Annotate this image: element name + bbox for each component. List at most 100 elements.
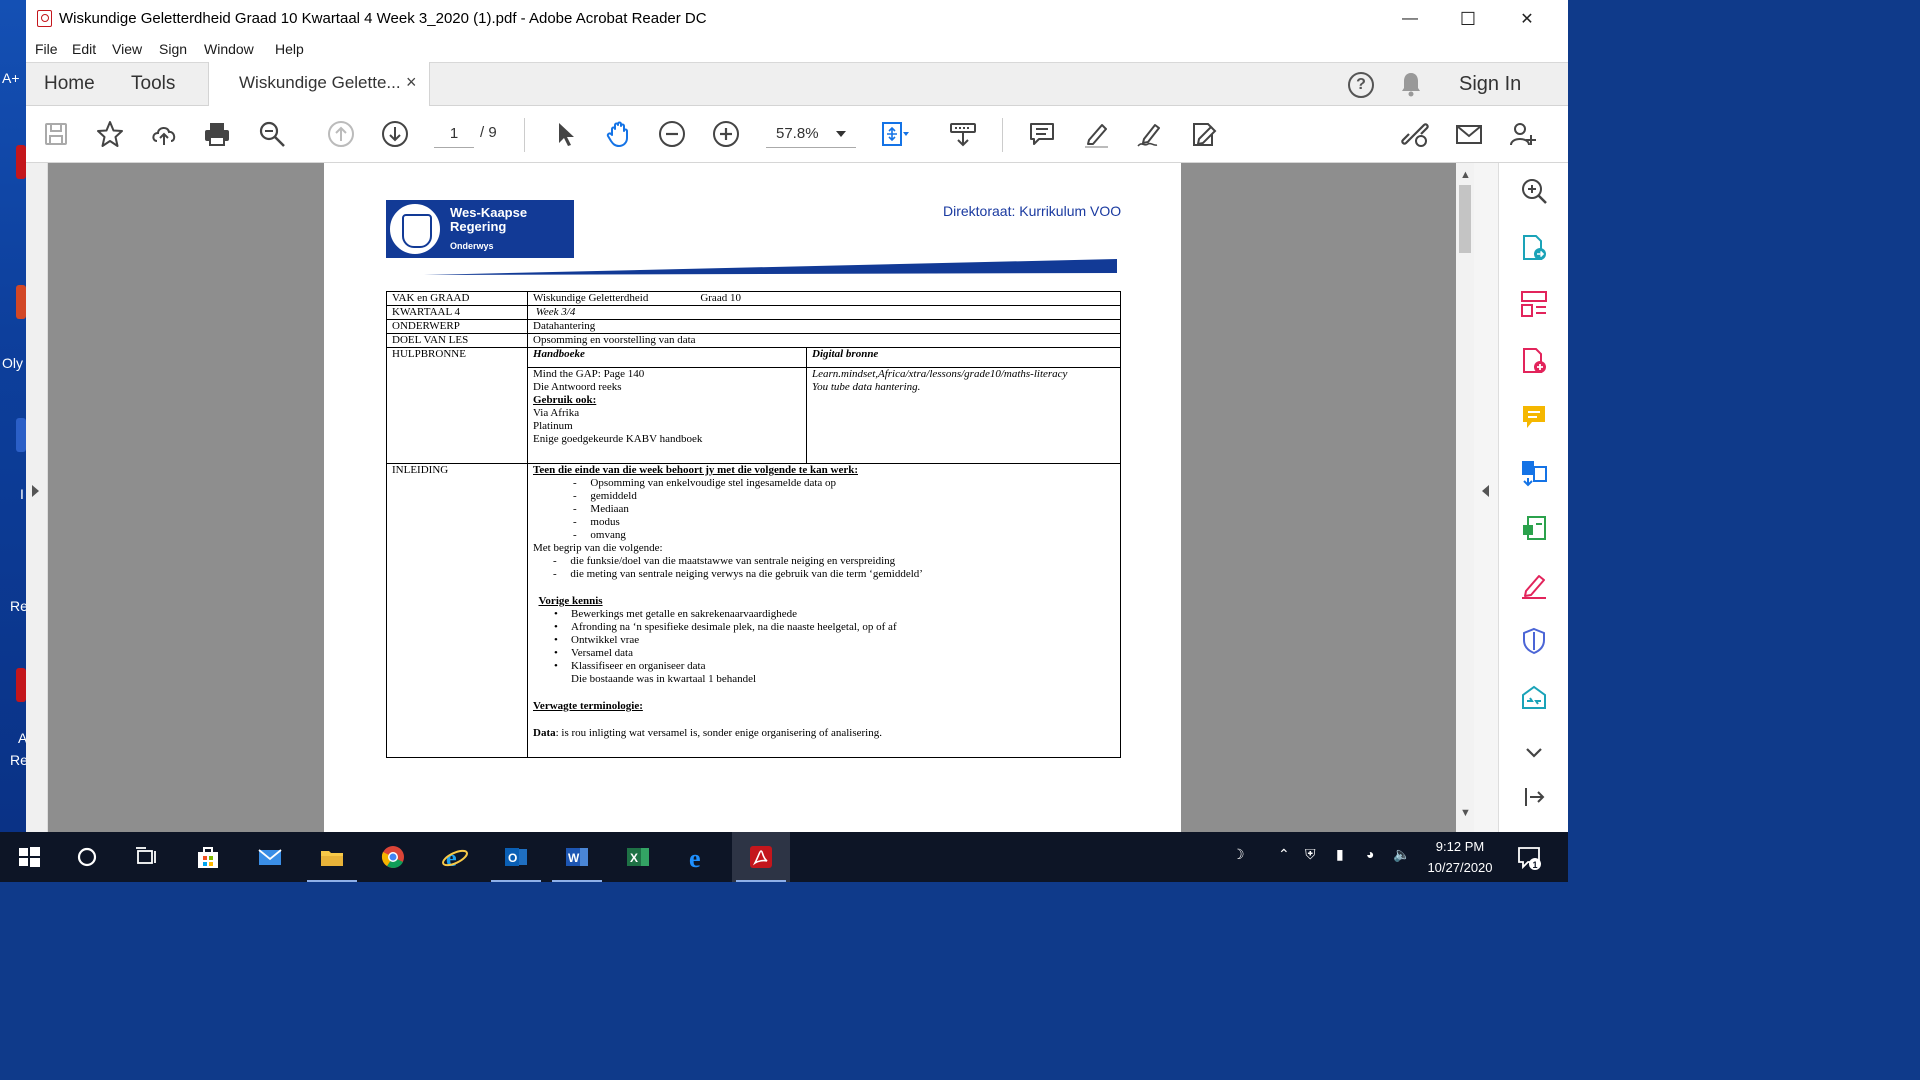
cortana-search-icon[interactable] [58,832,116,882]
bell-icon[interactable] [1400,71,1422,97]
task-view-icon[interactable] [117,832,175,882]
outlook-icon[interactable]: O [487,832,545,882]
running-indicator [307,880,357,882]
scroll-down-icon[interactable]: ▼ [1460,807,1471,819]
menu-window[interactable]: Window [204,41,254,57]
collapse-right-panel-icon[interactable] [1482,485,1489,497]
chevron-down-icon[interactable] [836,131,846,137]
fit-page-icon[interactable] [876,116,912,152]
list-item: - die meting van sentrale neiging verwys… [553,568,923,580]
next-page-icon[interactable] [377,116,413,152]
internet-explorer-icon[interactable]: e [426,832,484,882]
select-cursor-icon[interactable] [547,116,583,152]
expand-left-panel-icon[interactable] [32,485,39,497]
combine-files-icon[interactable] [1516,455,1552,491]
hand-tool-icon[interactable] [601,116,637,152]
left-panel-toggle[interactable] [26,163,48,832]
fill-sign-icon[interactable] [1186,116,1222,152]
page-number-input[interactable]: 1 [434,120,474,148]
zoom-search-icon[interactable] [1516,173,1552,209]
list-item-text: Mediaan [590,503,629,515]
protect-shield-icon[interactable] [1516,623,1552,659]
more-tools-chevron-icon[interactable] [1516,735,1552,771]
section-heading: Vorige kennis [538,595,603,607]
upload-cloud-icon[interactable] [146,116,182,152]
vertical-scrollbar[interactable]: ▲ ▼ [1456,163,1474,832]
menu-sign[interactable]: Sign [159,41,187,57]
notification-center-icon[interactable]: 1 [1500,832,1558,882]
grade-value: Graad 10 [700,292,741,304]
scrollbar-thumb[interactable] [1459,185,1471,253]
week-value: Week 3/4 [535,306,576,318]
document-canvas[interactable]: Wes-Kaapse Regering Onderwys Direktoraat… [48,163,1456,832]
close-button[interactable]: ✕ [1498,0,1556,38]
export-pdf-icon[interactable] [1516,230,1552,266]
edit-pdf-icon[interactable] [1516,511,1552,547]
list-item: - Opsomming van enkelvoudige stel ingesa… [573,477,837,489]
save-icon[interactable] [38,116,74,152]
scroll-mode-icon[interactable] [945,116,981,152]
mail-icon[interactable] [241,832,299,882]
scroll-up-icon[interactable]: ▲ [1460,169,1471,181]
comment-icon[interactable] [1024,116,1060,152]
maximize-button[interactable]: ☐ [1439,0,1497,38]
table-cell: DOEL VAN LES [386,333,528,348]
sign-pen-icon[interactable] [1132,116,1168,152]
list-item: - die funksie/doel van die maatstawwe va… [553,555,896,567]
fill-sign-tool-icon[interactable] [1516,567,1552,603]
email-icon[interactable] [1451,116,1487,152]
edge-icon[interactable]: e [670,832,728,882]
previous-page-icon[interactable] [323,116,359,152]
excel-icon[interactable]: X [609,832,667,882]
collapse-pane-icon[interactable] [1516,779,1552,815]
add-user-icon[interactable] [1505,116,1541,152]
file-explorer-icon[interactable] [303,832,361,882]
battery-icon[interactable]: ▮ [1336,846,1344,863]
organize-pages-icon[interactable] [1516,286,1552,322]
desktop-app-icon[interactable] [16,668,26,702]
desktop-app-icon[interactable] [16,145,26,179]
highlight-pen-icon[interactable] [1078,116,1114,152]
acrobat-reader-taskbar-icon[interactable] [732,832,790,882]
bookmark-star-icon[interactable] [92,116,128,152]
defender-icon[interactable]: ⛨ [1305,846,1316,863]
share-link-icon[interactable] [1397,116,1433,152]
send-for-review-icon[interactable] [1516,679,1552,715]
chevron-up-icon[interactable]: ⌃ [1278,846,1290,863]
zoom-out-icon[interactable] [654,116,690,152]
close-tab-icon[interactable]: × [406,72,417,93]
table-row: INLEIDING Teen die einde van die week be… [386,463,1121,758]
zoom-in-icon[interactable] [708,116,744,152]
title-bar: Wiskundige Geletterdheid Graad 10 Kwarta… [26,0,1568,38]
people-icon[interactable]: ☽ [1232,846,1245,863]
clock-date[interactable]: 10/27/2020 [1420,860,1500,875]
volume-icon[interactable]: 🔈 [1393,846,1410,863]
word-icon[interactable]: W [548,832,606,882]
help-icon[interactable]: ? [1348,72,1374,98]
tab-home[interactable]: Home [44,73,95,95]
menu-help[interactable]: Help [275,41,304,57]
wifi-icon[interactable]: ◕ [1366,846,1374,862]
desktop-app-icon[interactable] [16,285,26,319]
search-zoom-icon[interactable] [254,116,290,152]
tab-document[interactable]: Wiskundige Gelette... × [208,62,430,106]
chrome-icon[interactable] [364,832,422,882]
comment-tool-icon[interactable] [1516,399,1552,435]
menu-file[interactable]: File [35,41,58,57]
start-button[interactable] [0,832,58,882]
create-pdf-icon[interactable] [1516,343,1552,379]
desktop-app-icon[interactable] [16,418,26,452]
menu-view[interactable]: View [112,41,142,57]
text-line: Die bostaande was in kwartaal 1 behandel [571,673,757,685]
store-icon[interactable] [179,832,237,882]
tab-tools[interactable]: Tools [131,73,175,95]
table-cell: Digital bronne [806,347,1121,368]
clock-time[interactable]: 9:12 PM [1430,839,1490,854]
text-line: Met begrip van die volgende: [533,542,663,554]
print-icon[interactable] [199,116,235,152]
right-panel-toggle[interactable] [1474,163,1498,832]
menu-edit[interactable]: Edit [72,41,96,57]
minimize-button[interactable]: — [1381,0,1439,38]
running-indicator [736,880,786,882]
sign-in-button[interactable]: Sign In [1459,73,1521,96]
